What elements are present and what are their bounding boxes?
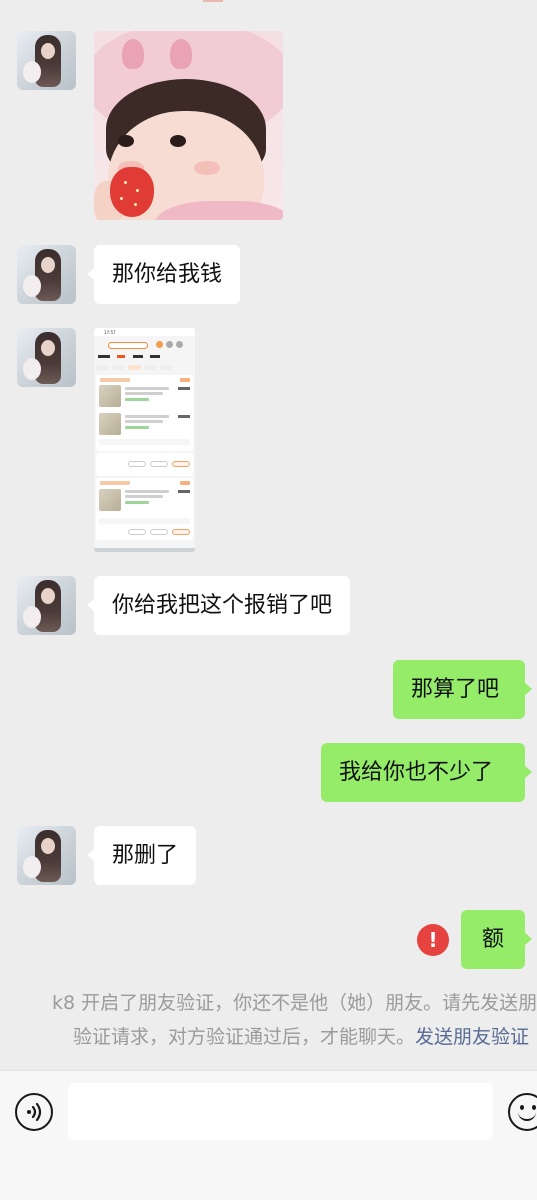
- emoji-icon[interactable]: [508, 1093, 537, 1131]
- message-bubble-sent[interactable]: 我给你也不少了: [321, 743, 532, 802]
- contact-avatar[interactable]: [17, 245, 76, 304]
- notice-line-1: k8 开启了朋友验证，你还不是他（她）朋友。请先发送朋: [52, 992, 537, 1014]
- message-bubble-sent[interactable]: 那算了吧: [393, 660, 532, 719]
- contact-avatar[interactable]: [17, 826, 76, 885]
- chat-input-bar: [0, 1070, 537, 1200]
- message-bubble-received[interactable]: 那删了: [86, 826, 197, 885]
- message-input[interactable]: [68, 1083, 493, 1140]
- message-bubble-sent[interactable]: 额: [461, 910, 532, 969]
- send-verification-link[interactable]: 发送朋友验证: [415, 1026, 529, 1048]
- contact-avatar[interactable]: [17, 576, 76, 635]
- screenshot-time: 17:57: [104, 330, 116, 335]
- send-failed-icon[interactable]: !: [417, 924, 449, 956]
- notice-line-2: 验证请求，对方验证通过后，才能聊天。发送朋友验证: [73, 1026, 530, 1048]
- order-screenshot-message[interactable]: 17:57: [94, 328, 195, 552]
- baby-photo-message[interactable]: [94, 31, 283, 220]
- contact-avatar[interactable]: [17, 31, 76, 90]
- top-indicator: [203, 0, 223, 2]
- message-bubble-received[interactable]: 那你给我钱: [86, 245, 241, 304]
- voice-icon[interactable]: [15, 1093, 53, 1131]
- message-bubble-received[interactable]: 你给我把这个报销了吧: [86, 576, 351, 635]
- contact-avatar[interactable]: [17, 328, 76, 387]
